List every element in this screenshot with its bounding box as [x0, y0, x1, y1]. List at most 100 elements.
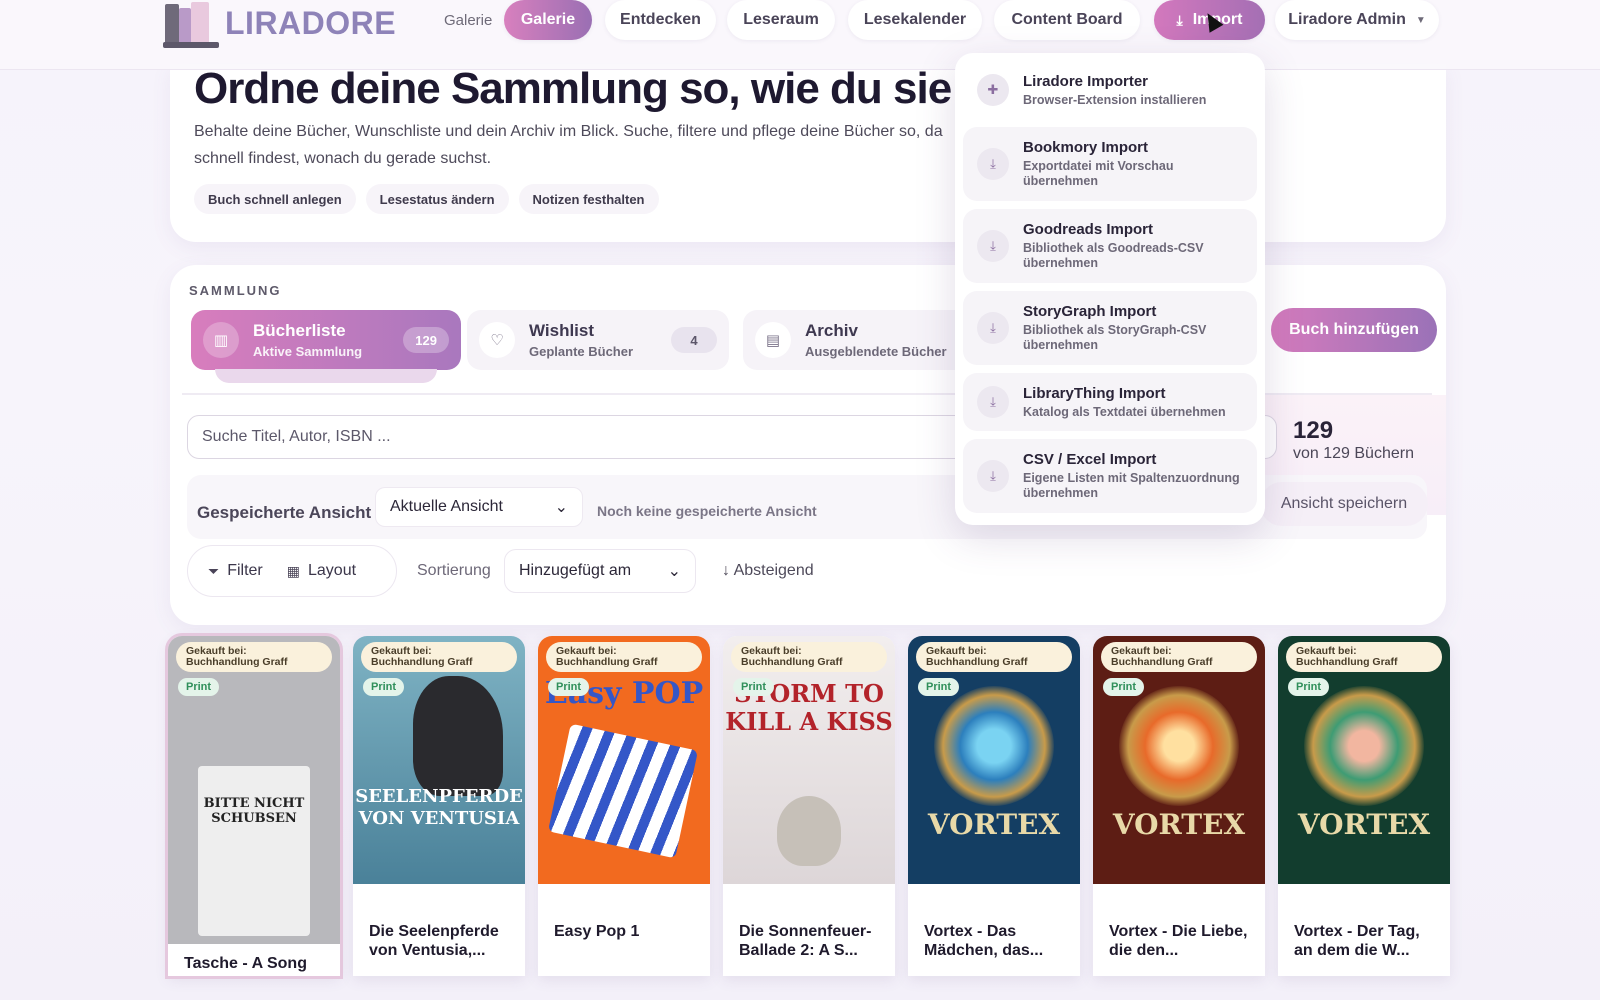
hero-title: Ordne deine Sammlung so, wie du sie — [194, 64, 952, 113]
tab-count-badge: 4 — [671, 327, 717, 353]
collection-label: SAMMLUNG — [189, 283, 282, 298]
user-name: Liradore Admin — [1288, 11, 1406, 28]
logo-books-icon — [163, 0, 219, 48]
sort-value: Hinzugefügt am — [519, 562, 632, 579]
nav-tab-lesekalender[interactable]: Lesekalender — [848, 0, 982, 40]
no-saved-view-text: Noch keine gespeicherte Ansicht — [597, 503, 817, 519]
library-icon: ▥ — [203, 322, 239, 358]
sort-direction-toggle[interactable]: ↓ Absteigend — [722, 562, 814, 580]
format-badge: Print — [733, 678, 775, 696]
import-item-title: StoryGraph Import — [1023, 303, 1157, 320]
import-item-desc: Browser-Extension installieren — [1023, 93, 1207, 107]
import-item-desc: Eigene Listen mit Spaltenzuordnung übern… — [1023, 471, 1240, 500]
user-menu[interactable]: Liradore Admin ▼ — [1275, 0, 1439, 40]
top-header: LIRADORE Galerie Galerie Entdecken Leser… — [0, 0, 1600, 70]
layout-grid-icon: ▦ — [286, 562, 300, 579]
book-card[interactable]: STORM TO KILL A KISS Gekauft bei: Buchha… — [723, 636, 895, 976]
cover-text: VORTEX — [1112, 808, 1246, 841]
tab-archiv[interactable]: ▤ Archiv Ausgeblendete Bücher — [743, 310, 983, 370]
book-cover-image: SEELENPFERDE VON VENTUSIA — [353, 636, 525, 884]
feature-chips: Buch schnell anlegen Lesestatus ändern N… — [194, 184, 659, 214]
import-item-title: Goodreads Import — [1023, 221, 1154, 238]
archive-box-icon: ▤ — [755, 322, 791, 358]
purchased-at-tag: Gekauft bei: Buchhandlung Graff — [731, 642, 887, 672]
filter-layout-group: ⏷ Filter ▦ Layout — [187, 545, 397, 597]
cover-text: SEELENPFERDE VON VENTUSIA — [355, 786, 523, 829]
book-cover-image: STORM TO KILL A KISS — [723, 636, 895, 884]
tab-count-badge: 129 — [403, 327, 449, 353]
layout-label: Layout — [308, 562, 357, 579]
book-cover-image: VORTEX — [908, 636, 1080, 884]
hero-text: Behalte deine Bücher, Wunschliste und de… — [194, 123, 943, 167]
add-book-button[interactable]: Buch hinzufügen — [1271, 308, 1437, 352]
import-item-title: CSV / Excel Import — [1023, 451, 1157, 468]
tab-buecherliste[interactable]: ▥ Bücherliste Aktive Sammlung 129 — [191, 310, 461, 370]
book-title: Vortex - Der Tag, an dem die W... — [1294, 923, 1420, 959]
import-item-desc: Bibliothek als StoryGraph-CSV übernehmen — [1023, 323, 1207, 352]
puzzle-icon: ✚ — [977, 74, 1009, 106]
nav-tab-galerie[interactable]: Galerie — [504, 0, 592, 40]
book-card[interactable]: VORTEX Gekauft bei: Buchhandlung Graff P… — [1278, 636, 1450, 976]
chip-buch-schnell-anlegen: Buch schnell anlegen — [194, 184, 356, 214]
tab-title: Bücherliste — [253, 321, 346, 340]
book-cover-image: VORTEX — [1278, 636, 1450, 884]
purchased-at-tag: Gekauft bei: Buchhandlung Graff — [176, 642, 332, 672]
sort-select[interactable]: Hinzugefügt am ⌄ — [504, 549, 696, 593]
tab-title: Archiv — [805, 321, 858, 340]
tab-wishlist[interactable]: ♡ Wishlist Geplante Bücher 4 — [467, 310, 729, 370]
book-card[interactable]: Easy POP Gekauft bei: Buchhandlung Graff… — [538, 636, 710, 976]
cover-text: VORTEX — [927, 808, 1061, 841]
import-item-librarything[interactable]: ⤓ LibraryThing Import Katalog als Textda… — [963, 373, 1257, 431]
chip-notizen-festhalten: Notizen festhalten — [518, 184, 659, 214]
import-item-goodreads[interactable]: ⤓ Goodreads Import Bibliothek als Goodre… — [963, 209, 1257, 283]
nav-tab-content-board[interactable]: Content Board — [994, 0, 1140, 40]
import-item-csv-excel[interactable]: ⤓ CSV / Excel Import Eigene Listen mit S… — [963, 439, 1257, 513]
download-icon: ⤓ — [977, 460, 1009, 492]
save-view-button[interactable]: Ansicht speichern — [1260, 482, 1428, 526]
layout-button[interactable]: ▦ Layout — [275, 551, 368, 591]
format-badge: Print — [363, 678, 405, 696]
filter-funnel-icon: ⏷ — [208, 562, 220, 579]
book-title: Tasche - A Song — [184, 955, 307, 972]
chip-lesestatus-aendern: Lesestatus ändern — [365, 184, 509, 214]
import-item-bookmory[interactable]: ⤓ Bookmory Import Exportdatei mit Vorsch… — [963, 127, 1257, 201]
purchased-at-tag: Gekauft bei: Buchhandlung Graff — [1101, 642, 1257, 672]
tab-subtitle: Aktive Sammlung — [253, 344, 363, 359]
chevron-down-icon: ⌄ — [667, 563, 681, 580]
book-count: 129 — [1293, 417, 1334, 444]
import-item-desc: Exportdatei mit Vorschau übernehmen — [1023, 159, 1174, 188]
format-badge: Print — [548, 678, 590, 696]
download-icon: ⤓ — [1176, 11, 1183, 28]
book-card[interactable]: VORTEX Gekauft bei: Buchhandlung Graff P… — [1093, 636, 1265, 976]
book-title: Die Seelenpferde von Ventusia,... — [369, 923, 499, 959]
import-item-liradore-importer[interactable]: ✚ Liradore Importer Browser-Extension in… — [963, 61, 1257, 119]
logo-text: LIRADORE — [225, 4, 397, 41]
book-card[interactable]: SEELENPFERDE VON VENTUSIA Gekauft bei: B… — [353, 636, 525, 976]
import-item-storygraph[interactable]: ⤓ StoryGraph Import Bibliothek als Story… — [963, 291, 1257, 365]
book-card[interactable]: VORTEX Gekauft bei: Buchhandlung Graff P… — [908, 636, 1080, 976]
download-icon: ⤓ — [977, 148, 1009, 180]
saved-view-value: Aktuelle Ansicht — [390, 498, 503, 515]
filter-button[interactable]: ⏷ Filter — [196, 551, 275, 591]
saved-view-label: Gespeicherte Ansicht — [197, 503, 372, 522]
nav-tab-entdecken[interactable]: Entdecken — [605, 0, 716, 40]
purchased-at-tag: Gekauft bei: Buchhandlung Graff — [916, 642, 1072, 672]
saved-view-select[interactable]: Aktuelle Ansicht ⌄ — [375, 487, 583, 527]
import-item-desc: Bibliothek als Goodreads-CSV übernehmen — [1023, 241, 1204, 270]
tab-title: Wishlist — [529, 321, 595, 340]
purchased-at-tag: Gekauft bei: Buchhandlung Graff — [1286, 642, 1442, 672]
download-icon: ⤓ — [977, 312, 1009, 344]
cover-text: VORTEX — [1297, 808, 1431, 841]
format-badge: Print — [1288, 678, 1330, 696]
nav-plain-galerie[interactable]: Galerie — [444, 12, 492, 29]
nav-tab-leseraum[interactable]: Leseraum — [727, 0, 835, 40]
tab-subtitle: Geplante Bücher — [529, 344, 634, 359]
book-title: Easy Pop 1 — [554, 923, 640, 940]
book-card[interactable]: BITTE NICHT SCHUBSEN Gekauft bei: Buchha… — [165, 633, 343, 979]
book-title: Vortex - Das Mädchen, das... — [924, 923, 1044, 959]
tab-subtitle: Ausgeblendete Bücher — [805, 344, 947, 359]
purchased-at-tag: Gekauft bei: Buchhandlung Graff — [546, 642, 702, 672]
cover-text: BITTE NICHT SCHUBSEN — [203, 796, 305, 826]
download-icon: ⤓ — [977, 230, 1009, 262]
logo[interactable]: LIRADORE — [163, 0, 396, 48]
